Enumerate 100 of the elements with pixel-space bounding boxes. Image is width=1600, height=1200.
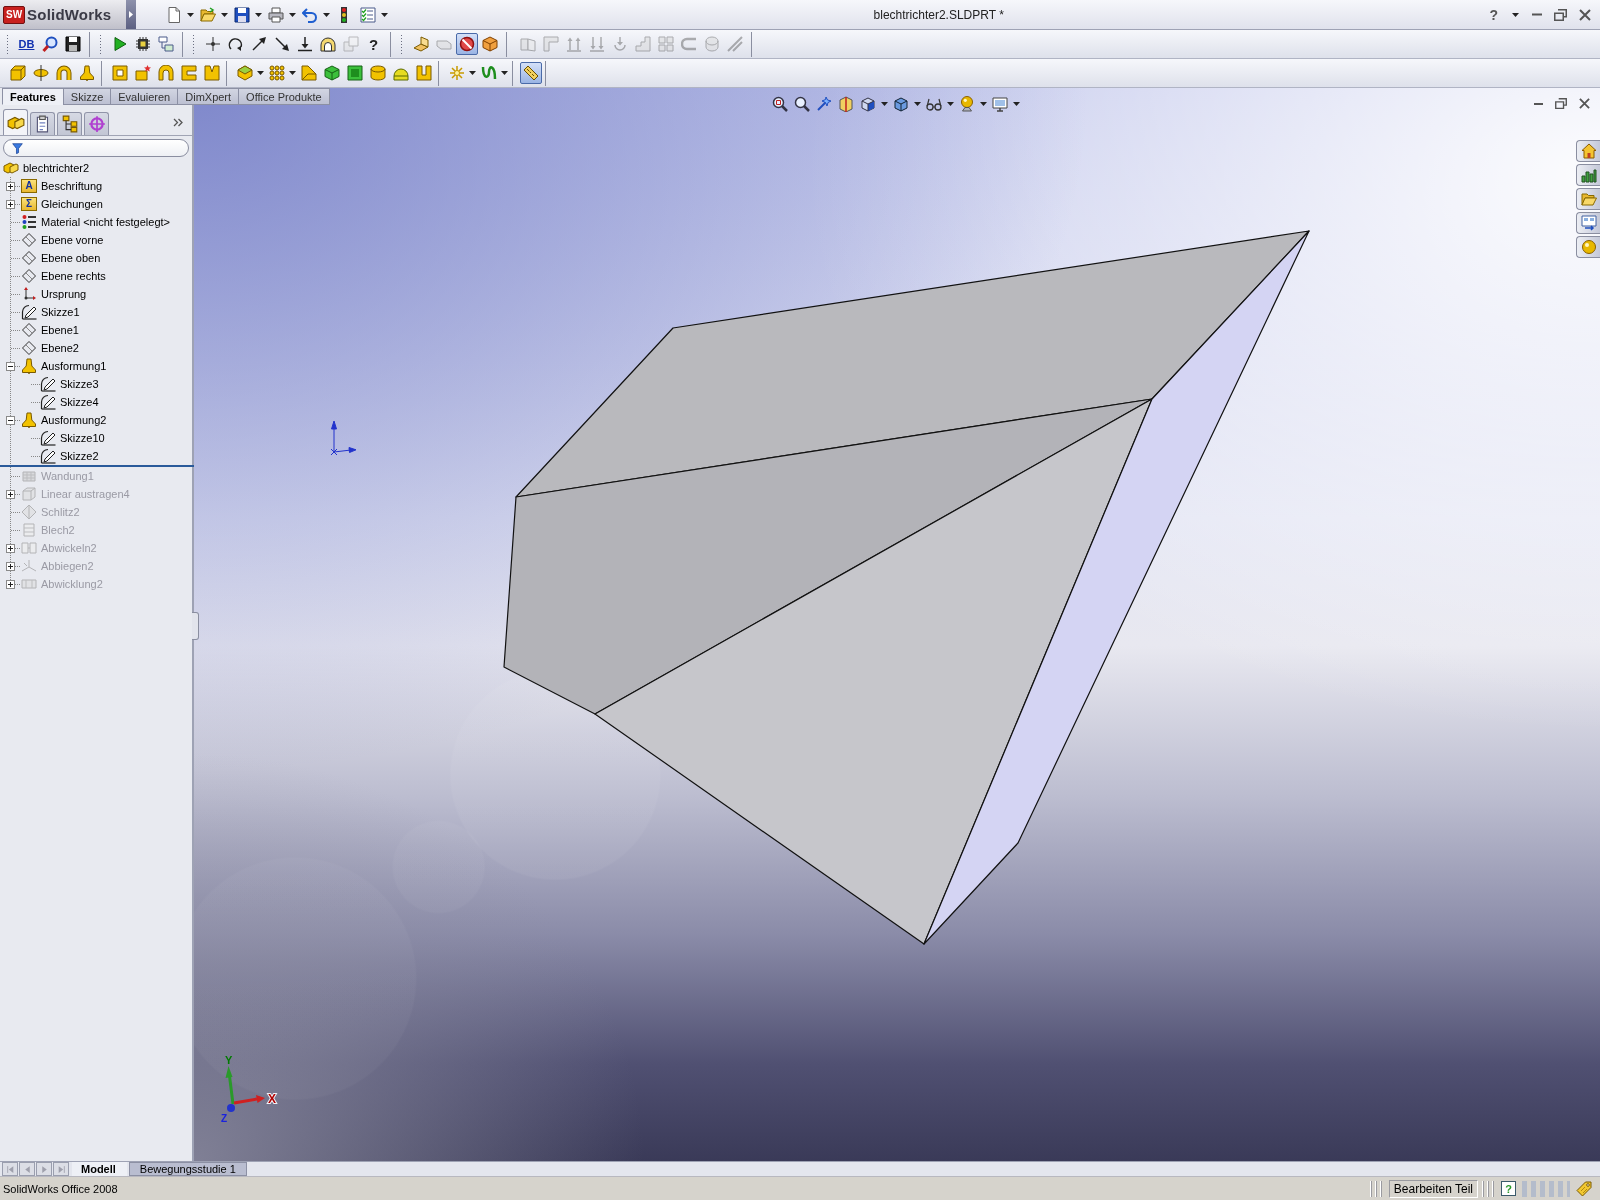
minus-box-icon[interactable]	[6, 361, 15, 371]
stacked-squares-icon	[342, 36, 359, 52]
tree-item[interactable]: Skizze3	[60, 378, 99, 390]
task-pane-tab[interactable]	[1576, 236, 1600, 258]
ball-icon	[1580, 239, 1597, 255]
panel-tab[interactable]	[84, 112, 109, 135]
tree-item[interactable]: Ebene rechts	[41, 270, 106, 282]
tree-item[interactable]: Ausformung2	[41, 414, 107, 426]
command-tab[interactable]: Office Produkte	[238, 88, 330, 105]
toolbar-grip[interactable]	[400, 34, 403, 54]
dropdown-button[interactable]	[979, 99, 988, 109]
tree-root-item[interactable]: blechtrichter2	[23, 162, 90, 174]
diagonal-arrow-icon	[250, 36, 267, 52]
toolbar-grip[interactable]	[6, 34, 9, 54]
square-frame-icon	[111, 65, 128, 81]
tree-item[interactable]: Ursprung	[41, 288, 87, 300]
panel-tab[interactable]	[57, 112, 82, 135]
folder-icon: A	[21, 179, 37, 193]
caret-icon	[1512, 12, 1519, 17]
tree-item[interactable]: Skizze4	[60, 396, 99, 408]
restore-icon[interactable]	[1554, 8, 1567, 21]
task-pane-tab[interactable]	[1576, 164, 1600, 186]
dot-grid-icon	[268, 65, 285, 81]
steps-icon	[634, 36, 651, 52]
right-triangle-icon	[39, 1164, 49, 1174]
dropdown-button[interactable]	[913, 99, 922, 109]
tree-item[interactable]: Ebene oben	[41, 252, 101, 264]
tree-item[interactable]: Gleichungen	[41, 198, 103, 210]
plus-box-icon[interactable]	[6, 489, 15, 499]
diamond-icon	[21, 322, 37, 338]
filter-field[interactable]	[3, 139, 189, 157]
caret-icon	[221, 12, 228, 17]
command-tab[interactable]: Evaluieren	[110, 88, 179, 105]
command-tab[interactable]: Features	[2, 88, 64, 105]
bar-chart-icon	[1580, 167, 1597, 183]
dropdown-button[interactable]	[468, 68, 477, 78]
panel-tab[interactable]	[30, 112, 55, 135]
plus-box-icon[interactable]	[6, 543, 15, 553]
plus-box-icon[interactable]	[6, 561, 15, 571]
toolbar-button[interactable]: DB	[15, 33, 38, 55]
close-icon[interactable]	[1579, 8, 1591, 21]
menu-flyout-button[interactable]	[126, 0, 136, 29]
tree-item[interactable]: Beschriftung	[41, 180, 103, 192]
view-toolbar-button[interactable]	[990, 94, 1010, 114]
toolbar-grip[interactable]	[192, 34, 195, 54]
view-toolbar-button[interactable]	[792, 94, 812, 114]
up-arrows-icon	[565, 36, 582, 52]
tree-item[interactable]: Skizze10	[60, 432, 105, 444]
split-hexagon-icon	[838, 96, 854, 112]
dropdown-button[interactable]	[256, 68, 265, 78]
plus-box-icon[interactable]	[6, 579, 15, 589]
skip-start-icon	[5, 1164, 15, 1174]
dropdown-button[interactable]	[500, 68, 509, 78]
bottom-tab[interactable]: Modell	[72, 1162, 127, 1176]
tree-item[interactable]: Ebene1	[41, 324, 79, 336]
toolbar-button[interactable]: ?	[362, 33, 385, 55]
toolbar-button[interactable]	[455, 33, 478, 55]
tree-item[interactable]: Skizze1	[41, 306, 80, 318]
close-icon[interactable]	[1579, 98, 1590, 109]
tree-item[interactable]: Ebene vorne	[41, 234, 104, 246]
view-toolbar-button[interactable]	[770, 94, 790, 114]
dropdown-button[interactable]	[880, 99, 889, 109]
panel-collapse-handle[interactable]	[192, 612, 199, 640]
caret-icon	[257, 71, 264, 75]
box-with-star-icon	[134, 65, 151, 81]
dropdown-button[interactable]	[1012, 99, 1021, 109]
bottom-tab[interactable]: Bewegungsstudie 1	[128, 1162, 247, 1176]
task-pane-tab[interactable]	[1576, 140, 1600, 162]
tree-item[interactable]: Ebene2	[41, 342, 79, 354]
plus-box-icon[interactable]	[6, 199, 15, 209]
striped-rectangle-icon	[21, 576, 37, 592]
command-tab[interactable]: DimXpert	[177, 88, 240, 105]
dropdown-button[interactable]	[288, 68, 297, 78]
toolbar-grip[interactable]	[99, 34, 102, 54]
help-button[interactable]: ?	[1501, 1181, 1516, 1196]
minimize-icon[interactable]	[1534, 102, 1543, 105]
folder-icon: Σ	[21, 197, 37, 211]
tree-item[interactable]: Material <nicht festgelegt>	[41, 216, 171, 228]
toolbar-button[interactable]	[519, 62, 542, 84]
plus-box-icon[interactable]	[6, 181, 15, 191]
axes-icon	[21, 286, 37, 302]
tree-item[interactable]: Skizze2	[60, 450, 99, 462]
caret-icon	[914, 102, 921, 106]
double-chevron-icon[interactable]	[173, 118, 183, 127]
help-button[interactable]: ?	[1488, 6, 1499, 23]
cylinder-icon	[369, 65, 386, 81]
diamond-icon	[21, 340, 37, 356]
minimize-icon[interactable]	[1532, 13, 1542, 16]
task-pane-tab[interactable]	[1576, 188, 1600, 210]
restore-icon[interactable]	[1555, 98, 1567, 109]
minus-box-icon[interactable]	[6, 415, 15, 425]
hatched-block-icon	[21, 468, 37, 484]
tree-item[interactable]: Ausformung1	[41, 360, 107, 372]
hexagon-icon	[236, 65, 253, 81]
dropdown-button[interactable]	[946, 99, 955, 109]
command-tab[interactable]: Skizze	[62, 88, 112, 105]
task-pane-tab[interactable]	[1576, 212, 1600, 234]
split-diamond-icon	[21, 504, 37, 520]
magnifier-icon	[794, 96, 810, 112]
panel-tab[interactable]	[3, 109, 28, 135]
